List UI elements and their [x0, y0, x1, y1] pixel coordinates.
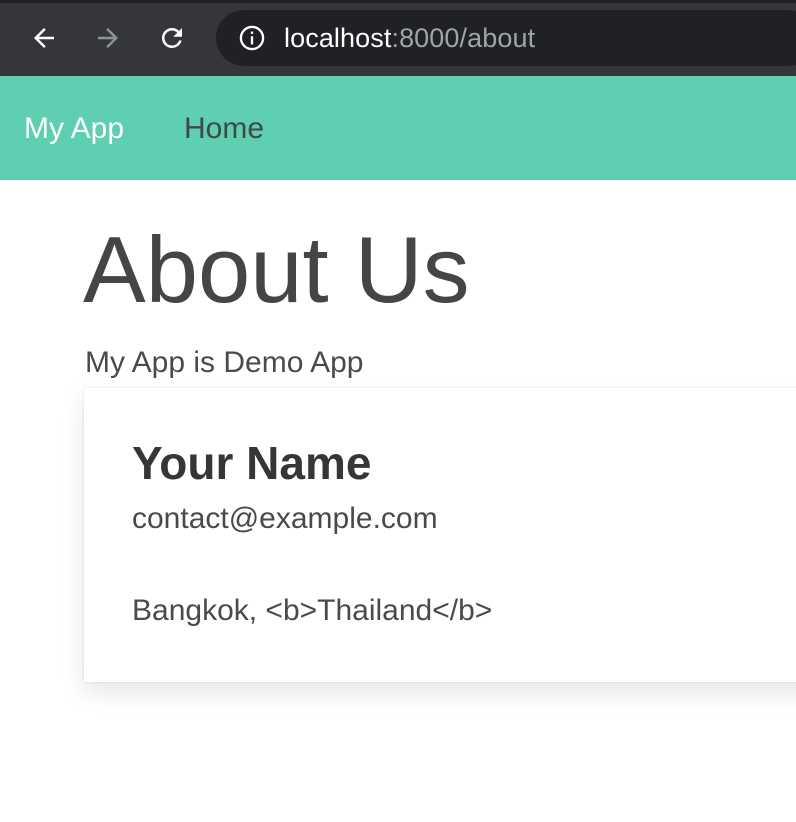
address-url: localhost:8000/about — [284, 23, 535, 54]
nav-link-home[interactable]: Home — [184, 112, 264, 146]
brand-link[interactable]: My App — [24, 112, 124, 146]
contact-name: Your Name — [132, 437, 372, 489]
app-navbar: My App Home — [0, 76, 796, 180]
back-button[interactable] — [24, 18, 64, 58]
arrow-left-icon — [34, 28, 54, 48]
url-host: localhost — [284, 22, 392, 53]
arrow-right-icon — [98, 28, 118, 48]
page-subtitle: My App is Demo App — [85, 346, 364, 379]
reload-button[interactable] — [152, 18, 192, 58]
reload-icon — [161, 27, 182, 48]
contact-card: Your Name contact@example.com Bangkok, <… — [84, 388, 796, 682]
tab-strip-edge — [0, 0, 796, 3]
forward-button[interactable] — [88, 18, 128, 58]
contact-location: Bangkok, <b>Thailand</b> — [132, 594, 493, 627]
page-title: About Us — [83, 217, 470, 322]
contact-email: contact@example.com — [132, 502, 438, 535]
address-bar[interactable]: localhost:8000/about — [216, 10, 796, 66]
info-icon[interactable] — [238, 24, 266, 52]
browser-toolbar: localhost:8000/about — [0, 0, 796, 76]
url-path: :8000/about — [391, 22, 536, 53]
